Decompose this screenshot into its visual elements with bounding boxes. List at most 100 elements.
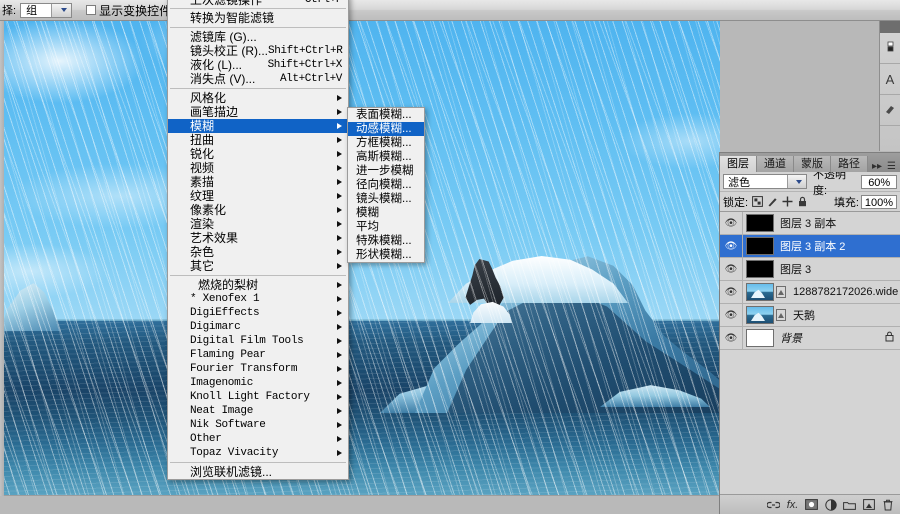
- color-swatch-icon[interactable]: [880, 33, 900, 64]
- submenu-arrow-icon: [337, 151, 342, 157]
- panel-tab-图层[interactable]: 图层: [720, 156, 757, 172]
- layer-visibility-toggle[interactable]: 👁: [720, 258, 743, 280]
- blend-mode-select[interactable]: 滤色: [723, 174, 807, 189]
- layer-name: 天鹅: [793, 310, 815, 322]
- chevron-down-icon[interactable]: [786, 175, 806, 188]
- panel-tab-bar[interactable]: 图层 通道 蒙版 路径 ▸▸ ☰: [720, 153, 900, 172]
- menu-item-33[interactable]: Nik Software: [168, 418, 348, 432]
- fill-input[interactable]: 100%: [861, 194, 897, 209]
- blur-submenu[interactable]: 表面模糊... 动感模糊... 方框模糊... 高斯模糊... 进一步模糊 径向模糊...…: [347, 107, 425, 263]
- layer-row[interactable]: 👁 背景: [720, 327, 900, 350]
- menu-item-14[interactable]: 视频: [168, 161, 348, 175]
- layer-row[interactable]: 👁 天鹅: [720, 304, 900, 327]
- menu-item-17[interactable]: 像素化: [168, 203, 348, 217]
- menu-item-0[interactable]: 上次滤镜操作 Ctrl+F: [168, 0, 348, 6]
- panel-tab-通道[interactable]: 通道: [757, 156, 794, 172]
- blur-submenu-item-10[interactable]: 形状模糊...: [348, 248, 424, 262]
- menu-item-27[interactable]: Digital Film Tools: [168, 334, 348, 348]
- menu-item-6[interactable]: 液化 (L)... Shift+Ctrl+X: [168, 58, 348, 72]
- panel-menu-icon[interactable]: ☰: [887, 161, 896, 172]
- menu-item-5[interactable]: 镜头校正 (R)... Shift+Ctrl+R: [168, 44, 348, 58]
- layer-row[interactable]: 👁 图层 3 副本 2: [720, 235, 900, 258]
- menu-item-26[interactable]: Digimarc: [168, 320, 348, 334]
- layer-row[interactable]: 👁 1288782172026.wide: [720, 281, 900, 304]
- lock-position-icon[interactable]: [782, 196, 793, 207]
- layer-thumbnail[interactable]: [746, 306, 774, 324]
- layer-link-icon[interactable]: [775, 283, 787, 301]
- layer-visibility-toggle[interactable]: 👁: [720, 235, 743, 257]
- layer-visibility-toggle[interactable]: 👁: [720, 212, 743, 234]
- menu-item-35[interactable]: Topaz Vivacity: [168, 446, 348, 460]
- menu-item-10[interactable]: 画笔描边: [168, 105, 348, 119]
- panel-tab-路径[interactable]: 路径: [831, 156, 868, 172]
- menu-item-2[interactable]: 转换为智能滤镜: [168, 11, 348, 25]
- menu-item-30[interactable]: Imagenomic: [168, 376, 348, 390]
- blur-submenu-item-9[interactable]: 特殊模糊...: [348, 234, 424, 248]
- menu-item-25[interactable]: DigiEffects: [168, 306, 348, 320]
- brush-preset-icon[interactable]: [880, 95, 900, 126]
- menu-item-19[interactable]: 艺术效果: [168, 231, 348, 245]
- menu-item-label: 镜头校正 (R)...: [190, 44, 268, 58]
- blur-submenu-item-2[interactable]: 方框模糊...: [348, 136, 424, 150]
- new-layer-icon[interactable]: [859, 496, 878, 514]
- layer-list[interactable]: 👁 图层 3 副本 👁 图层 3 副本 2 👁 图层 3 👁 1288782172026.wi…: [720, 212, 900, 350]
- layer-visibility-toggle[interactable]: 👁: [720, 327, 743, 349]
- blur-submenu-item-8[interactable]: 平均: [348, 220, 424, 234]
- opacity-input[interactable]: 60%: [861, 174, 897, 189]
- menu-item-18[interactable]: 渲染: [168, 217, 348, 231]
- menu-item-9[interactable]: 风格化: [168, 91, 348, 105]
- menu-item-15[interactable]: 素描: [168, 175, 348, 189]
- menu-item-20[interactable]: 杂色: [168, 245, 348, 259]
- menu-item-13[interactable]: 锐化: [168, 147, 348, 161]
- menu-item-29[interactable]: Fourier Transform: [168, 362, 348, 376]
- character-icon[interactable]: A: [880, 64, 900, 95]
- layer-visibility-toggle[interactable]: 👁: [720, 304, 743, 326]
- delete-layer-icon[interactable]: [878, 496, 897, 514]
- layer-thumbnail[interactable]: [746, 214, 774, 232]
- blur-submenu-item-0[interactable]: 表面模糊...: [348, 108, 424, 122]
- layer-thumbnail[interactable]: [746, 237, 774, 255]
- blur-submenu-item-6[interactable]: 镜头模糊...: [348, 192, 424, 206]
- menu-item-24[interactable]: * Xenofex 1: [168, 292, 348, 306]
- menu-item-32[interactable]: Neat Image: [168, 404, 348, 418]
- lock-image-icon[interactable]: [767, 196, 778, 207]
- menu-item-16[interactable]: 纹理: [168, 189, 348, 203]
- blur-submenu-item-3[interactable]: 高斯模糊...: [348, 150, 424, 164]
- menu-item-23[interactable]: 燃烧的梨树: [168, 278, 348, 292]
- layer-visibility-toggle[interactable]: 👁: [720, 281, 743, 303]
- menu-item-37[interactable]: 浏览联机滤镜...: [168, 465, 348, 479]
- lock-transparent-icon[interactable]: [752, 196, 763, 207]
- menu-item-12[interactable]: 扭曲: [168, 133, 348, 147]
- menu-item-4[interactable]: 滤镜库 (G)...: [168, 30, 348, 44]
- blur-submenu-item-1[interactable]: 动感模糊...: [348, 122, 424, 136]
- menu-item-11[interactable]: 模糊: [168, 119, 348, 133]
- layer-thumbnail[interactable]: [746, 329, 774, 347]
- menu-item-31[interactable]: Knoll Light Factory: [168, 390, 348, 404]
- layer-style-fx-icon[interactable]: fx.: [783, 496, 802, 514]
- checkbox-box[interactable]: [86, 5, 97, 15]
- blur-submenu-item-7[interactable]: 模糊: [348, 206, 424, 220]
- adjustment-layer-icon[interactable]: [821, 496, 840, 514]
- lock-all-icon[interactable]: [797, 196, 808, 207]
- layers-panel[interactable]: 图层 通道 蒙版 路径 ▸▸ ☰ 滤色 不透明度: 60% 锁定: 填充: 100% 👁 图…: [719, 152, 900, 514]
- menu-item-28[interactable]: Flaming Pear: [168, 348, 348, 362]
- chevron-down-icon[interactable]: [51, 3, 72, 17]
- layer-thumbnail[interactable]: [746, 260, 774, 278]
- layer-row[interactable]: 👁 图层 3 副本: [720, 212, 900, 235]
- link-layers-icon[interactable]: [764, 496, 783, 514]
- group-select[interactable]: 组: [20, 2, 73, 18]
- panel-tab-蒙版[interactable]: 蒙版: [794, 156, 831, 172]
- double-chevron-right-icon[interactable]: ▸▸: [872, 161, 882, 172]
- blur-submenu-item-5[interactable]: 径向模糊...: [348, 178, 424, 192]
- layer-thumbnail[interactable]: [746, 283, 774, 301]
- add-mask-icon[interactable]: [802, 496, 821, 514]
- layer-link-icon[interactable]: [775, 306, 787, 324]
- blur-submenu-item-4[interactable]: 进一步模糊: [348, 164, 424, 178]
- menu-item-34[interactable]: Other: [168, 432, 348, 446]
- filter-menu[interactable]: 上次滤镜操作 Ctrl+F 转换为智能滤镜 滤镜库 (G)... 镜头校正 (R)...…: [167, 0, 349, 480]
- menu-item-7[interactable]: 消失点 (V)... Alt+Ctrl+V: [168, 72, 348, 86]
- show-transform-controls-checkbox[interactable]: 显示变换控件: [86, 2, 171, 19]
- new-group-icon[interactable]: [840, 496, 859, 514]
- menu-item-21[interactable]: 其它: [168, 259, 348, 273]
- layer-row[interactable]: 👁 图层 3: [720, 258, 900, 281]
